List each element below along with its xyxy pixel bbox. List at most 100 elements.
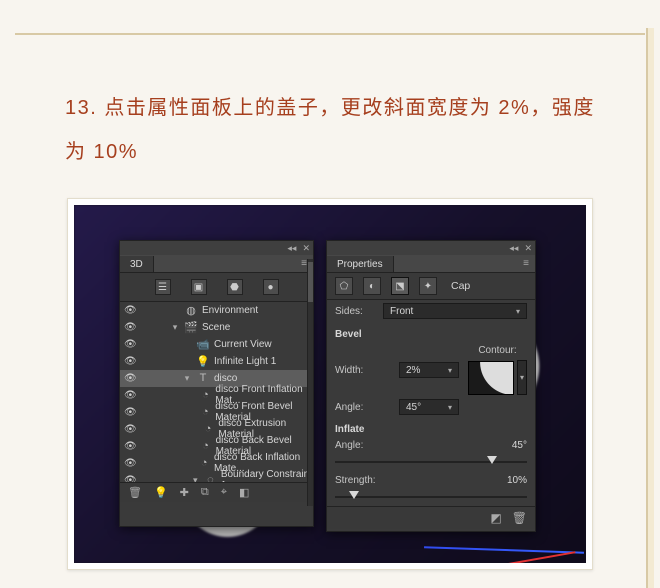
panel-3d-tabrow: 3D ≡ [120, 255, 313, 273]
visibility-eye-icon[interactable]: 👁 [124, 424, 136, 435]
3d-viewport: ◂◂ ✕ 3D ≡ ☰ ▣ ⬣ ● 👁◍Environment👁▾🎬Scene👁… [74, 205, 586, 563]
collapse-icon[interactable]: ◂◂ [287, 243, 296, 254]
visibility-eye-icon[interactable]: 👁 [124, 373, 136, 384]
sphere-icon: ◔ [200, 389, 212, 401]
scene-tree[interactable]: 👁◍Environment👁▾🎬Scene👁📹Current View👁💡Inf… [120, 302, 313, 482]
panel-properties-header[interactable]: ◂◂ ✕ [327, 241, 535, 255]
tree-item[interactable]: 👁◍Environment [120, 302, 313, 319]
light-icon[interactable]: 💡 [154, 486, 168, 499]
cap-icon[interactable]: ⬔ [391, 277, 409, 295]
tree-item-label: Infinite Light 1 [214, 356, 276, 367]
tab-3d[interactable]: 3D [120, 256, 154, 272]
disclosure-icon[interactable]: ▾ [182, 373, 192, 384]
step-instruction: 13. 点击属性面板上的盖子，更改斜面宽度为 2%，强度为 10% [65, 86, 610, 174]
clapper-icon: 🎬 [184, 321, 198, 333]
delete-icon[interactable]: 🗑 [512, 511, 527, 525]
inflate-strength-slider[interactable] [335, 492, 527, 502]
collapse-icon[interactable]: ◂◂ [509, 243, 518, 254]
panel-3d-footer: 🗑 💡 ✚ ⧉ ⌖ ◧ [120, 482, 313, 502]
sphere-icon: ◔ [199, 406, 211, 418]
contour-curve-icon [469, 362, 513, 394]
sphere-icon: ◔ [198, 457, 210, 469]
picker-icon[interactable]: ◧ [239, 486, 249, 499]
close-icon[interactable]: ✕ [524, 243, 532, 254]
slider-thumb[interactable] [349, 491, 359, 499]
visibility-eye-icon[interactable]: 👁 [124, 407, 136, 418]
divider [15, 33, 645, 35]
sides-value: Front [390, 306, 413, 317]
chevron-down-icon: ▾ [448, 366, 452, 375]
panel-menu-icon[interactable]: ≡ [517, 258, 535, 269]
camera-filter-icon[interactable]: ▣ [191, 279, 207, 295]
panel-3d-header[interactable]: ◂◂ ✕ [120, 241, 313, 255]
tree-item[interactable]: 👁 ▾ 🎬 Scene [120, 319, 313, 336]
visibility-eye-icon[interactable]: 👁 [124, 339, 136, 350]
inflate-angle-slider[interactable] [335, 457, 527, 467]
inflate-angle-slider-row [327, 457, 535, 473]
bevel-angle-row: Angle: 45° ▾ [327, 397, 535, 417]
tree-item[interactable]: 👁📹Current View [120, 336, 313, 353]
plus-icon[interactable]: ✚ [180, 486, 189, 499]
bevel-width-row: Width: 2% ▾ Contour: ▾ [327, 343, 535, 397]
bevel-angle-label: Angle: [335, 402, 393, 413]
inflate-strength-value: 10% [497, 475, 527, 486]
visibility-eye-icon[interactable]: 👁 [124, 475, 136, 483]
disclosure-icon[interactable]: ▾ [170, 322, 180, 333]
properties-mode-strip: ⬠ ◐ ⬔ ✦ Cap [327, 273, 535, 300]
bevel-width-label: Width: [335, 365, 393, 376]
circle-icon: ◌ [204, 474, 217, 482]
cap-mode-label: Cap [451, 280, 470, 292]
panel-3d[interactable]: ◂◂ ✕ 3D ≡ ☰ ▣ ⬣ ● 👁◍Environment👁▾🎬Scene👁… [119, 240, 314, 527]
camera-icon[interactable]: ⌖ [221, 486, 227, 499]
inflate-angle-label: Angle: [335, 440, 385, 451]
visibility-eye-icon[interactable]: 👁 [124, 322, 136, 333]
bevel-width-select[interactable]: 2% ▾ [399, 362, 459, 378]
visibility-eye-icon[interactable]: 👁 [124, 305, 136, 316]
inflate-strength-row: Strength: 10% [327, 473, 535, 492]
panel-properties[interactable]: ◂◂ ✕ Properties ≡ ⬠ ◐ ⬔ ✦ Cap Sides: Front ▾… [326, 240, 536, 532]
screenshot-figure: ◂◂ ✕ 3D ≡ ☰ ▣ ⬣ ● 👁◍Environment👁▾🎬Scene👁… [67, 198, 593, 570]
tree-item-label: Boundary Constraint 1 [221, 469, 313, 482]
sides-select[interactable]: Front ▾ [383, 303, 527, 319]
slider-thumb[interactable] [487, 456, 497, 464]
close-icon[interactable]: ✕ [302, 243, 310, 254]
chevron-down-icon: ▾ [448, 403, 452, 412]
tree-item[interactable]: 👁💡Infinite Light 1 [120, 353, 313, 370]
inflate-section-title: Inflate [327, 417, 535, 438]
mesh-icon[interactable]: ⬠ [335, 277, 353, 295]
inflate-angle-value: 45° [497, 440, 527, 451]
tree-scrollbar[interactable] [307, 259, 313, 506]
coords-icon[interactable]: ✦ [419, 277, 437, 295]
light-filter-icon[interactable]: ● [263, 279, 279, 295]
visibility-eye-icon[interactable]: 👁 [124, 390, 136, 401]
text-icon: T [196, 372, 210, 384]
camcorder-icon: 📹 [196, 338, 210, 350]
contour-picker[interactable] [468, 361, 514, 395]
scene-filter-icon[interactable]: ☰ [155, 279, 171, 295]
visibility-eye-icon[interactable]: 👁 [124, 441, 136, 452]
page-edge [646, 28, 648, 588]
bevel-width-value: 2% [406, 365, 420, 376]
panel-properties-footer: ◩🗑 [327, 506, 535, 529]
disclosure-icon[interactable]: ▾ [191, 475, 200, 483]
bevel-angle-select[interactable]: 45° ▾ [399, 399, 459, 415]
globe-icon: ◍ [184, 304, 198, 316]
render-icon[interactable]: ◩ [490, 511, 501, 525]
dup-icon[interactable]: ⧉ [201, 486, 209, 499]
visibility-eye-icon[interactable]: 👁 [124, 458, 136, 469]
contour-group: Contour: ▾ [468, 345, 527, 395]
sphere-icon: ◔ [202, 423, 214, 435]
trash-icon[interactable]: 🗑 [128, 486, 142, 499]
tree-item[interactable]: 👁 ▾ ◌ Boundary Constraint 1 [120, 472, 313, 482]
chevron-down-icon[interactable]: ▾ [517, 360, 527, 395]
bevel-angle-value: 45° [406, 402, 421, 413]
chevron-down-icon: ▾ [516, 307, 520, 316]
tree-item-label: Scene [202, 322, 230, 333]
tab-properties[interactable]: Properties [327, 256, 394, 272]
deform-icon[interactable]: ◐ [363, 277, 381, 295]
tree-scrollbar-thumb[interactable] [308, 262, 313, 302]
sides-label: Sides: [335, 306, 377, 317]
visibility-eye-icon[interactable]: 👁 [124, 356, 136, 367]
mesh-filter-icon[interactable]: ⬣ [227, 279, 243, 295]
sides-row: Sides: Front ▾ [327, 300, 535, 322]
